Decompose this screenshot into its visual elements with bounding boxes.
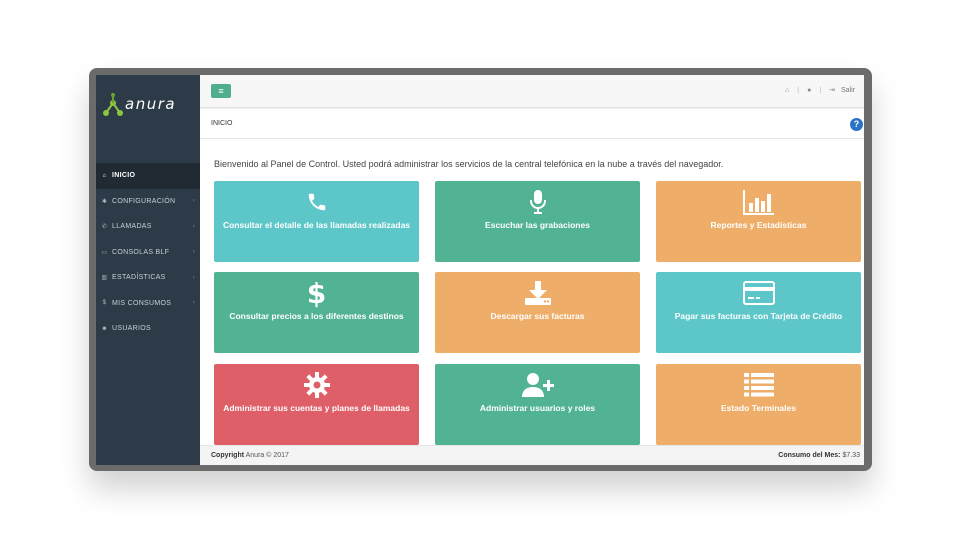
breadcrumb-bar: INICIO ? — [200, 109, 864, 139]
sidebar-item-label: USUARIOS — [112, 325, 151, 333]
gear-icon: ✱ — [101, 198, 108, 205]
separator: | — [819, 86, 822, 94]
credit-card-icon — [656, 280, 861, 306]
app-screen: anura ⌂ INICIO ✱ CONFIGURACIÓN ‹ ✆ LLAMA… — [96, 75, 864, 465]
copyright-text: Anura © 2017 — [245, 452, 289, 459]
consumption-label: Consumo del Mes: — [778, 452, 841, 459]
dollar-icon: $ — [102, 300, 107, 307]
tile-manage-accounts[interactable]: Administrar sus cuentas y planes de llam… — [214, 364, 419, 445]
sidebar-item-label: ESTADÍSTICAS — [112, 274, 166, 282]
tile-prices[interactable]: $ Consultar precios a los diferentes des… — [214, 272, 419, 353]
tile-label: Administrar sus cuentas y planes de llam… — [223, 403, 410, 413]
consumption-value: $7.33 — [842, 452, 860, 459]
logo-icon — [103, 93, 123, 116]
breadcrumb: INICIO — [211, 120, 233, 127]
tile-terminal-status[interactable]: Estado Terminales — [656, 364, 861, 445]
phone-icon — [214, 189, 419, 215]
sidebar-item-consolas-blf[interactable]: ▭ CONSOLAS BLF ‹ — [96, 240, 200, 266]
download-icon — [435, 280, 640, 306]
sidebar-item-label: CONFIGURACIÓN — [112, 197, 176, 205]
device-frame: anura ⌂ INICIO ✱ CONFIGURACIÓN ‹ ✆ LLAMA… — [89, 68, 872, 471]
tile-label: Consultar precios a los diferentes desti… — [229, 311, 404, 321]
tile-reports[interactable]: Reportes y Estadísticas — [656, 181, 861, 262]
tile-manage-users[interactable]: Administrar usuarios y roles — [435, 364, 640, 445]
brand-logo[interactable]: anura — [101, 91, 197, 119]
sidebar-item-label: CONSOLAS BLF — [112, 248, 170, 256]
home-icon[interactable]: ⌂ — [785, 87, 789, 94]
separator: | — [797, 86, 800, 94]
bar-chart-icon — [656, 189, 861, 215]
chevron-left-icon: ‹ — [192, 198, 195, 205]
console-icon: ▭ — [101, 249, 108, 256]
tile-call-detail[interactable]: Consultar el detalle de las llamadas rea… — [214, 181, 419, 262]
chevron-left-icon: ‹ — [192, 249, 195, 256]
monthly-consumption: Consumo del Mes: $7.33 — [778, 452, 860, 459]
welcome-text: Bienvenido al Panel de Control. Usted po… — [214, 159, 724, 169]
menu-toggle-button[interactable]: ≡ — [211, 84, 231, 98]
sidebar-item-label: INICIO — [112, 172, 136, 180]
sidebar-item-label: LLAMADAS — [112, 223, 152, 231]
sidebar: anura ⌂ INICIO ✱ CONFIGURACIÓN ‹ ✆ LLAMA… — [96, 75, 200, 465]
help-icon[interactable]: ? — [850, 118, 863, 131]
sidebar-item-mis-consumos[interactable]: $ MIS CONSUMOS ‹ — [96, 291, 200, 317]
tile-recordings[interactable]: Escuchar las grabaciones — [435, 181, 640, 262]
logout-label: Salir — [840, 87, 855, 94]
top-actions: ⌂ | ● | ⇥ Salir — [785, 86, 855, 95]
dollar-icon: $ — [306, 276, 327, 310]
sidebar-item-llamadas[interactable]: ✆ LLAMADAS ‹ — [96, 214, 200, 240]
tile-label: Escuchar las grabaciones — [485, 220, 590, 230]
sidebar-item-label: MIS CONSUMOS — [112, 299, 172, 307]
chevron-left-icon: ‹ — [192, 223, 195, 230]
tile-pay-credit-card[interactable]: Pagar sus facturas con Tarjeta de Crédit… — [656, 272, 861, 353]
tile-label: Descargar sus facturas — [490, 311, 585, 321]
sidebar-item-configuracion[interactable]: ✱ CONFIGURACIÓN ‹ — [96, 189, 200, 215]
tile-label: Reportes y Estadísticas — [710, 220, 807, 230]
tile-label: Administrar usuarios y roles — [479, 403, 596, 413]
logout-button[interactable]: ⇥ Salir — [829, 86, 855, 94]
chevron-left-icon: ‹ — [192, 300, 195, 307]
microphone-icon — [435, 189, 640, 215]
footer: Copyright Anura © 2017 Consumo del Mes: … — [200, 445, 864, 465]
home-icon: ⌂ — [102, 172, 107, 179]
sidebar-item-inicio[interactable]: ⌂ INICIO — [96, 163, 200, 189]
add-user-icon — [435, 372, 640, 398]
brand-name: anura — [125, 95, 177, 113]
tile-download-invoices[interactable]: Descargar sus facturas — [435, 272, 640, 353]
sidebar-item-usuarios[interactable]: ☻ USUARIOS — [96, 316, 200, 342]
list-icon — [656, 372, 861, 398]
top-bar: ≡ ⌂ | ● | ⇥ Salir — [200, 75, 864, 108]
bar-chart-icon: ▥ — [101, 275, 108, 282]
phone-icon: ✆ — [101, 224, 108, 231]
main-content: Bienvenido al Panel de Control. Usted po… — [200, 139, 864, 445]
sidebar-nav: ⌂ INICIO ✱ CONFIGURACIÓN ‹ ✆ LLAMADAS ‹ … — [96, 163, 200, 342]
sidebar-item-estadisticas[interactable]: ▥ ESTADÍSTICAS ‹ — [96, 265, 200, 291]
tile-label: Pagar sus facturas con Tarjeta de Crédit… — [674, 311, 843, 321]
chevron-left-icon: ‹ — [192, 274, 195, 281]
user-icon[interactable]: ● — [807, 87, 811, 94]
tile-label: Consultar el detalle de las llamadas rea… — [222, 220, 411, 230]
logout-icon: ⇥ — [829, 87, 836, 94]
copyright: Copyright Anura © 2017 — [211, 452, 289, 459]
copyright-label: Copyright — [211, 452, 245, 459]
users-icon: ☻ — [101, 325, 108, 332]
tile-label: Estado Terminales — [721, 403, 796, 413]
gear-icon — [214, 372, 419, 398]
